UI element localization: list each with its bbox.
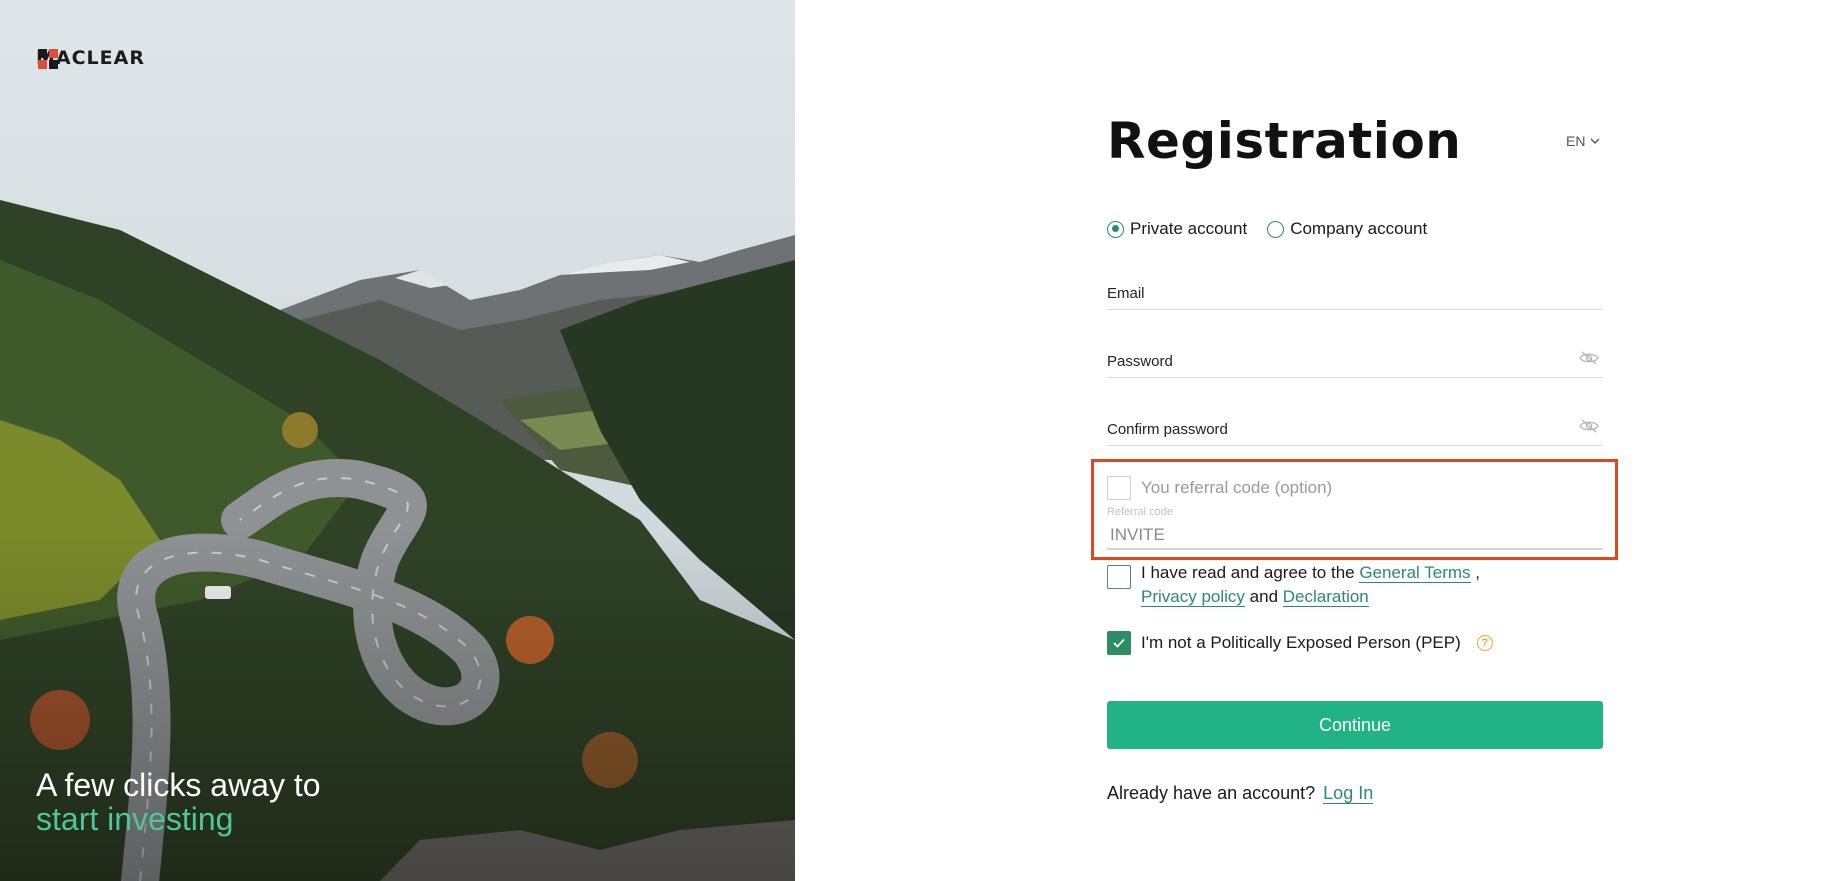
confirm-password-field[interactable]: Confirm password — [1107, 412, 1603, 446]
radio-unchecked-icon — [1267, 220, 1285, 238]
declaration-link[interactable]: Declaration — [1282, 587, 1369, 607]
login-prompt-text: Already have an account? — [1107, 783, 1316, 803]
general-terms-link[interactable]: General Terms — [1359, 563, 1471, 583]
info-icon[interactable]: ? — [1476, 635, 1493, 651]
referral-code-input[interactable] — [1107, 522, 1603, 550]
radio-label: Private account — [1130, 219, 1248, 238]
tagline-line-1: A few clicks away to — [36, 767, 321, 803]
language-selector[interactable]: EN — [1566, 133, 1600, 149]
confirm-password-label: Confirm password — [1107, 421, 1228, 438]
radio-checked-icon — [1107, 220, 1124, 238]
referral-code-label: Referral code — [1107, 506, 1174, 518]
email-label: Email — [1107, 285, 1145, 302]
terms-text: I have read and agree to the General Ter… — [1141, 561, 1480, 609]
tagline-line-2: start investing — [36, 801, 234, 837]
continue-button[interactable]: Continue — [1107, 701, 1603, 749]
pep-label: I'm not a Politically Exposed Person (PE… — [1141, 633, 1461, 652]
radio-private-account[interactable]: Private account — [1107, 219, 1247, 239]
maclear-logo-icon — [38, 49, 58, 69]
language-code: EN — [1566, 133, 1586, 149]
pep-checkbox[interactable] — [1107, 631, 1131, 655]
checkmark-icon — [1113, 638, 1125, 648]
hero-panel: MACLEAR A few clicks away to start inves… — [0, 0, 795, 881]
terms-comma: , — [1475, 563, 1480, 582]
hero-tagline: A few clicks away to start investing — [36, 768, 321, 836]
page-title: Registration — [1107, 112, 1462, 170]
radio-label: Company account — [1290, 219, 1428, 238]
referral-checkbox[interactable] — [1107, 476, 1131, 500]
terms-text-before: I have read and agree to the — [1141, 563, 1355, 582]
terms-agreement: I have read and agree to the General Ter… — [1107, 561, 1480, 609]
email-field[interactable]: Email — [1107, 276, 1603, 310]
landscape-image — [0, 0, 795, 881]
referral-checkbox-label: You referral code (option) — [1141, 478, 1333, 497]
eye-hidden-icon[interactable] — [1579, 419, 1599, 433]
login-prompt: Already have an account? Log In — [1107, 783, 1374, 804]
privacy-policy-link[interactable]: Privacy policy — [1141, 587, 1245, 607]
terms-and: and — [1249, 587, 1279, 606]
pep-confirmation: I'm not a Politically Exposed Person (PE… — [1107, 631, 1493, 655]
password-field[interactable]: Password — [1107, 344, 1603, 378]
account-type-group: Private account Company account — [1107, 219, 1427, 239]
password-label: Password — [1107, 353, 1173, 370]
registration-page: MACLEAR A few clicks away to start inves… — [0, 0, 1844, 881]
referral-toggle[interactable]: You referral code (option) — [1107, 476, 1332, 500]
login-link[interactable]: Log In — [1323, 783, 1374, 804]
radio-company-account[interactable]: Company account — [1267, 219, 1427, 239]
chevron-down-icon — [1590, 138, 1600, 144]
terms-checkbox[interactable] — [1107, 565, 1131, 589]
eye-hidden-icon[interactable] — [1579, 351, 1599, 365]
brand-logo[interactable]: MACLEAR — [36, 47, 145, 69]
